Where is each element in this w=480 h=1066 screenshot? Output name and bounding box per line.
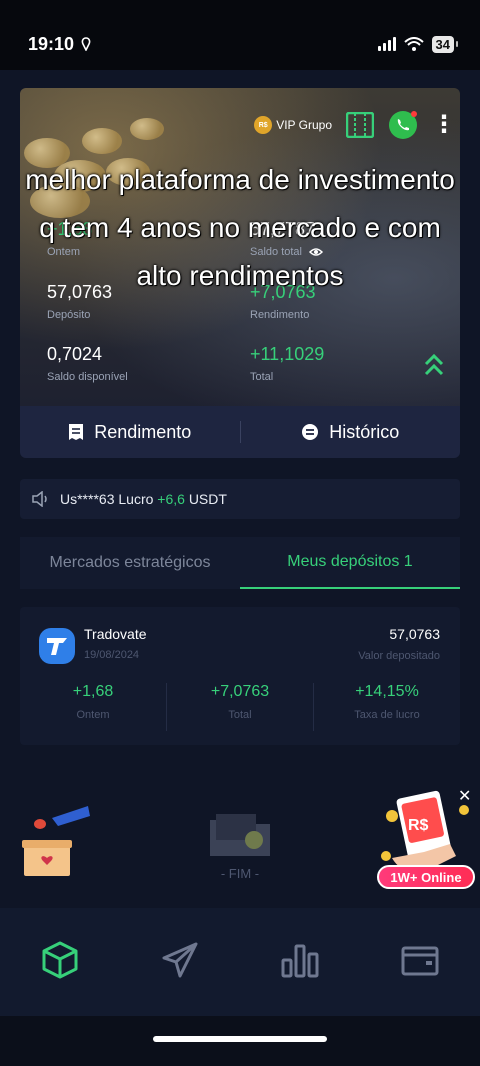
deposit-value: 57,0763 [389,626,440,642]
close-icon[interactable]: ✕ [458,786,471,806]
ticker-user: Us****63 Lucro [60,491,154,507]
income-button[interactable]: Rendimento [20,422,240,443]
deposit-value-label: Valor depositado [358,650,440,662]
history-icon [302,424,319,440]
rs-coin-icon: R$ [254,116,273,134]
end-of-list: - FIM - [205,812,275,881]
tab-my-deposits[interactable]: Meus depósitos 1 [240,537,460,589]
broker-name: Tradovate [84,626,147,642]
paper-plane-icon [162,942,198,978]
metric-yesterday: +1,68 Ontem [72,683,114,721]
balance-actions-bar: Rendimento Histórico [20,406,460,458]
online-badge[interactable]: 1W+ Online [377,865,475,889]
wifi-icon [403,37,424,51]
collapse-chevron-icon[interactable] [423,352,445,378]
deposit-metrics: +1,68 Ontem +7,0763 Total +14,15% Taxa d… [20,683,460,731]
tabs: Mercados estratégicos Meus depósitos 1 [20,537,460,589]
tab-strategic-markets[interactable]: Mercados estratégicos [20,537,240,589]
stat-deposits: 57,0763 Depósito [47,282,113,321]
stat-total-balance: 57,7787 Saldo total [250,219,324,258]
stat-available: 0,7024 Saldo disponível [47,344,128,383]
bottom-nav [0,908,480,1016]
nav-send[interactable] [120,940,240,980]
more-options-icon[interactable]: ⋮ [432,113,456,137]
stat-yesterday: +1,68 Ontem [47,219,93,258]
balance-card: R$ VIP Grupo ⋮ +1,68 Ontem 57,7787 Saldo… [20,88,460,406]
ticker-currency: USDT [188,491,227,507]
receipt-icon [69,424,84,440]
wallet-icon [401,946,439,976]
eye-icon[interactable] [308,247,324,257]
stat-income: +7,0763 Rendimento [250,282,316,321]
nav-wallet[interactable] [360,940,480,980]
metric-total: +7,0763 Total [166,683,313,731]
ticker-amount: +6,6 [157,491,185,507]
location-icon [81,37,91,51]
cube-icon [42,941,78,979]
bar-chart-icon [281,944,319,978]
nav-home[interactable] [0,940,120,980]
ticket-icon[interactable] [346,112,374,138]
vip-group-button[interactable]: R$ VIP Grupo [254,116,332,134]
tradovate-logo-icon [39,628,75,664]
vip-group-label: VIP Grupo [276,118,332,132]
status-bar: 19:10 34 [0,0,480,70]
svg-text:R$: R$ [408,817,429,834]
history-button[interactable]: Histórico [241,422,461,443]
signal-icon [377,37,396,51]
profit-ticker: Us****63 Lucro +6,6 USDT [20,479,460,519]
promo-coin-label: R$ [408,817,429,834]
status-time: 19:10 [28,33,75,54]
whatsapp-icon[interactable] [388,110,418,140]
nav-stats[interactable] [240,940,360,980]
deposit-card[interactable]: Tradovate 19/08/2024 57,0763 Valor depos… [20,607,460,745]
coins-background-image [20,88,220,238]
gift-box-icon[interactable] [22,802,94,878]
deposit-date: 19/08/2024 [84,649,140,661]
speaker-icon [32,491,47,507]
stat-total: +11,1029 Total [250,344,325,383]
empty-folder-icon [210,814,270,856]
metric-profit-rate: +14,15% Taxa de lucro [313,683,460,731]
battery-icon: 34 [431,35,459,53]
home-indicator[interactable] [153,1036,327,1042]
